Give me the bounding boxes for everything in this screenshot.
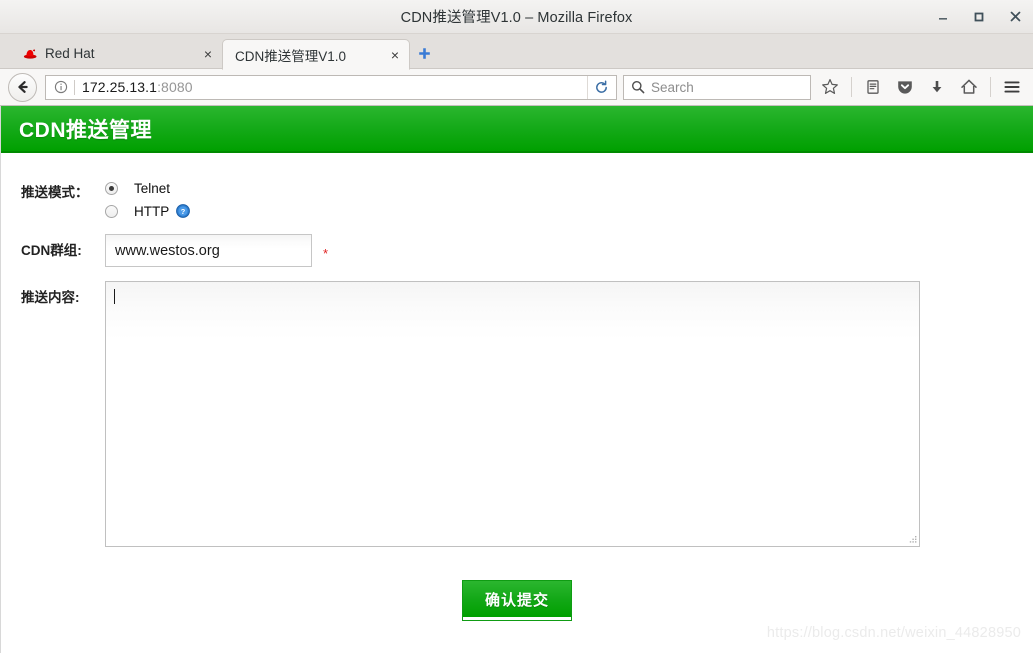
push-mode-label: 推送模式： bbox=[21, 185, 89, 200]
radio-telnet-label: Telnet bbox=[134, 180, 171, 196]
browser-window: CDN推送管理V1.0 – Mozilla Firefox Red Hat × … bbox=[0, 0, 1033, 653]
maximize-button[interactable] bbox=[971, 9, 987, 25]
tab-label: CDN推送管理V1.0 bbox=[235, 48, 347, 64]
help-circle-icon[interactable]: ? bbox=[176, 204, 191, 218]
radio-http-input[interactable] bbox=[105, 204, 118, 218]
home-icon[interactable] bbox=[956, 74, 982, 100]
window-title: CDN推送管理V1.0 – Mozilla Firefox bbox=[400, 10, 633, 26]
submit-button[interactable]: 确认提交 bbox=[461, 580, 573, 621]
text-caret bbox=[114, 289, 115, 304]
push-content-wrapper bbox=[105, 281, 920, 547]
new-tab-button[interactable] bbox=[410, 38, 438, 69]
search-icon bbox=[630, 79, 646, 95]
library-icon[interactable] bbox=[860, 74, 886, 100]
push-form: 推送模式： Telnet HTTP ? CDN群组: www.westos.or… bbox=[1, 153, 1033, 621]
tab-cdn-management[interactable]: CDN推送管理V1.0 × bbox=[222, 39, 410, 70]
redhat-icon bbox=[22, 46, 38, 62]
navigation-toolbar: 172.25.13.1:8080 Search bbox=[0, 69, 1033, 106]
push-content-label: 推送内容: bbox=[21, 290, 80, 305]
submit-row: 确认提交 bbox=[1, 580, 1033, 621]
toolbar-divider bbox=[990, 77, 991, 97]
page-header-banner: CDN推送管理 bbox=[1, 106, 1033, 153]
info-circle-icon[interactable] bbox=[52, 78, 70, 96]
cdn-group-label: CDN群组: bbox=[21, 243, 82, 258]
radio-option-http[interactable]: HTTP ? bbox=[105, 202, 191, 220]
radio-http-label: HTTP bbox=[134, 203, 170, 219]
tab-close-button[interactable]: × bbox=[387, 47, 403, 63]
close-button[interactable] bbox=[1007, 9, 1023, 25]
tab-red-hat[interactable]: Red Hat × bbox=[10, 38, 222, 69]
pocket-icon[interactable] bbox=[892, 74, 918, 100]
form-row-cdn-group: CDN群组: * bbox=[1, 234, 1033, 267]
page-viewport: CDN推送管理 推送模式： Telnet HTTP ? CDN群组: www.w… bbox=[0, 106, 1033, 653]
search-input[interactable]: Search bbox=[651, 80, 694, 95]
tab-close-button[interactable]: × bbox=[200, 46, 216, 62]
reload-icon[interactable] bbox=[587, 75, 614, 99]
url-separator bbox=[74, 79, 75, 95]
toolbar-divider bbox=[851, 77, 852, 97]
window-controls bbox=[935, 0, 1023, 33]
tab-strip: Red Hat × CDN推送管理V1.0 × bbox=[0, 34, 1033, 70]
url-port: :8080 bbox=[157, 79, 193, 95]
radio-telnet-input[interactable] bbox=[105, 181, 118, 195]
download-icon[interactable] bbox=[924, 74, 950, 100]
star-icon[interactable] bbox=[817, 74, 843, 100]
tab-label: Red Hat bbox=[45, 46, 95, 61]
push-content-textarea[interactable] bbox=[105, 281, 920, 547]
watermark-text: https://blog.csdn.net/weixin_44828950 bbox=[766, 625, 1021, 641]
cdn-group-input[interactable] bbox=[105, 234, 312, 267]
url-bar[interactable]: 172.25.13.1:8080 bbox=[45, 74, 617, 100]
back-button[interactable] bbox=[8, 72, 37, 102]
page-title: CDN推送管理 bbox=[19, 118, 152, 142]
url-host: 172.25.13.1 bbox=[82, 79, 158, 95]
hamburger-menu-icon[interactable] bbox=[999, 74, 1025, 100]
minimize-button[interactable] bbox=[935, 9, 951, 25]
form-row-push-content: 推送内容: bbox=[1, 281, 1033, 547]
url-text: 172.25.13.1:8080 bbox=[82, 79, 587, 95]
push-mode-radio-group: Telnet HTTP ? bbox=[105, 179, 191, 220]
radio-option-telnet[interactable]: Telnet bbox=[105, 179, 190, 197]
form-row-mode: 推送模式： Telnet HTTP ? bbox=[1, 179, 1033, 220]
required-marker: * bbox=[323, 246, 329, 261]
search-bar[interactable]: Search bbox=[623, 74, 811, 100]
titlebar: CDN推送管理V1.0 – Mozilla Firefox bbox=[0, 0, 1033, 34]
svg-text:?: ? bbox=[181, 207, 186, 216]
